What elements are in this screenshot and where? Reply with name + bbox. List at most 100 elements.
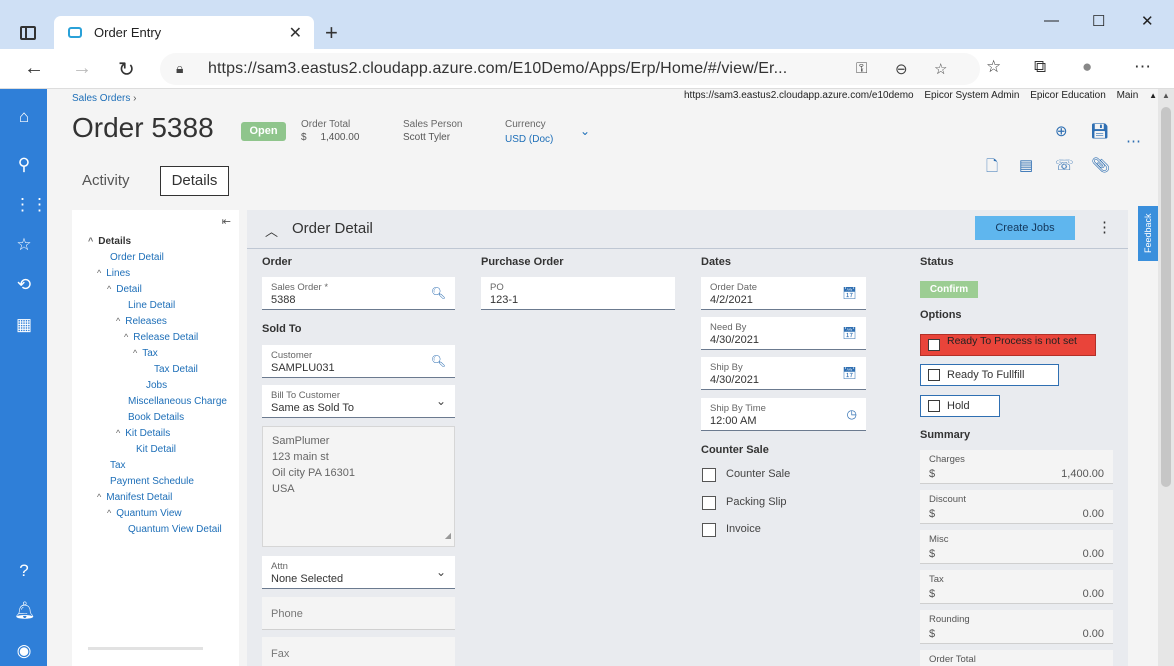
checkbox-box[interactable] <box>702 496 716 510</box>
scrollbar-thumb[interactable] <box>1161 107 1171 487</box>
tree-item-detail[interactable]: ^ Detail <box>107 284 142 295</box>
need-by-field[interactable]: Need By 4/30/2021 📅︎ <box>701 317 866 350</box>
url-text[interactable]: https://sam3.eastus2.cloudapp.azure.com/… <box>208 60 787 78</box>
favorites-star-icon[interactable]: ☆ <box>14 235 34 255</box>
tree-item-release-detail[interactable]: ^ Release Detail <box>124 332 198 343</box>
ship-by-time-field[interactable]: Ship By Time 12:00 AM ◷ <box>701 398 866 431</box>
tree-scrollbar[interactable] <box>88 647 203 650</box>
resize-grip-icon[interactable]: ◢ <box>445 528 451 544</box>
apps-grid-icon[interactable]: ⋮⋮ <box>14 195 48 215</box>
save-icon[interactable]: 💾︎ <box>1090 122 1109 140</box>
hold-toggle[interactable]: Hold <box>920 395 1000 417</box>
tree-item-kit-detail[interactable]: Kit Detail <box>136 444 176 455</box>
new-document-icon[interactable]: 🗋︎ <box>986 156 998 181</box>
bill-to-customer-select[interactable]: Bill To Customer Same as Sold To ⌄ <box>262 385 455 418</box>
tree-item-line-detail[interactable]: Line Detail <box>128 300 175 311</box>
tab-details[interactable]: Details <box>160 166 229 196</box>
dashboard-icon[interactable]: ▦ <box>14 315 34 335</box>
fax-field[interactable]: Fax <box>262 637 455 666</box>
tree-item-tax[interactable]: ^ Tax <box>133 348 158 359</box>
forward-icon[interactable]: → <box>72 57 92 80</box>
collections-icon[interactable]: ⧉ <box>1034 57 1046 77</box>
key-icon[interactable]: ⚿ <box>856 60 867 77</box>
phone-icon[interactable]: ☏ <box>1055 156 1074 174</box>
browser-tab[interactable]: Order Entry ✕ <box>54 16 314 49</box>
clock-icon[interactable]: ◷ <box>847 407 857 421</box>
customer-lookup-icon[interactable]: 🔍︎ <box>431 354 446 368</box>
tree-item-order-detail[interactable]: Order Detail <box>110 252 164 263</box>
checkbox-box[interactable] <box>928 400 940 412</box>
server-link[interactable]: https://sam3.eastus2.cloudapp.azure.com/… <box>684 90 914 101</box>
new-tab-icon[interactable]: + <box>325 20 338 46</box>
maximize-icon[interactable]: ☐ <box>1092 12 1105 30</box>
help-icon[interactable]: ? <box>14 561 34 581</box>
po-field[interactable]: PO 123-1 <box>481 277 675 310</box>
tree-item-header-tax[interactable]: Tax <box>110 460 126 471</box>
calendar-icon[interactable]: 📅︎ <box>842 366 857 380</box>
tree-item-book-details[interactable]: Book Details <box>128 412 184 423</box>
ready-to-process-toggle[interactable]: Ready To Process is not set <box>920 334 1096 356</box>
search-icon[interactable]: ⚲ <box>14 155 34 175</box>
phone-field[interactable]: Phone <box>262 597 455 630</box>
tree-item-misc-charge[interactable]: Miscellaneous Charge <box>128 396 227 407</box>
attachment-icon[interactable]: 📎︎ <box>1091 156 1110 174</box>
tree-item-tax-detail[interactable]: Tax Detail <box>154 364 198 375</box>
create-jobs-button[interactable]: Create Jobs <box>975 216 1075 240</box>
tree-item-kit-details[interactable]: ^ Kit Details <box>116 428 170 439</box>
lookup-icon[interactable]: 🔍︎ <box>431 286 446 300</box>
add-icon[interactable]: ⊕ <box>1055 122 1068 140</box>
favorites-icon[interactable]: ☆ <box>986 57 1001 77</box>
sidebar-toggle-icon[interactable] <box>20 26 36 40</box>
tree-item-quantum-view[interactable]: ^ Quantum View <box>107 508 182 519</box>
close-tab-icon[interactable]: ✕ <box>289 23 302 43</box>
back-icon[interactable]: ← <box>24 57 44 80</box>
minimize-icon[interactable]: — <box>1044 12 1059 29</box>
tree-item-releases[interactable]: ^ Releases <box>116 316 167 327</box>
add-favorite-icon[interactable]: ☆ <box>934 60 947 78</box>
ready-to-fulfill-toggle[interactable]: Ready To Fullfill <box>920 364 1059 386</box>
card-icon[interactable]: ▤ <box>1019 156 1033 174</box>
page-scrollbar[interactable]: ▲ <box>1158 89 1174 666</box>
attn-select[interactable]: Attn None Selected ⌄ <box>262 556 455 589</box>
chevron-down-icon[interactable]: ⌄ <box>436 565 446 579</box>
sales-order-field[interactable]: Sales Order * 5388 🔍︎ <box>262 277 455 310</box>
tree-item-manifest-detail[interactable]: ^ Manifest Detail <box>97 492 172 503</box>
address-textarea[interactable]: SamPlumer 123 main st Oil city PA 16301 … <box>262 426 455 547</box>
panel-menu-icon[interactable]: ⋮ <box>1097 218 1112 236</box>
close-window-icon[interactable]: ✕ <box>1141 12 1154 30</box>
site-link[interactable]: Main <box>1117 90 1139 101</box>
calendar-icon[interactable]: 📅︎ <box>842 286 857 300</box>
tree-item-payment-schedule[interactable]: Payment Schedule <box>110 476 194 487</box>
notifications-icon[interactable]: 🔔︎ <box>14 601 36 621</box>
address-bar[interactable]: 🔒︎ https://sam3.eastus2.cloudapp.azure.c… <box>160 53 980 85</box>
zoom-icon[interactable]: ⊖ <box>895 60 908 78</box>
tab-activity[interactable]: Activity <box>82 172 130 189</box>
user-account-icon[interactable]: ◉ <box>14 641 34 661</box>
collapse-panel-icon[interactable]: ⇤ <box>222 215 231 228</box>
checkbox-box[interactable] <box>702 468 716 482</box>
user-link[interactable]: Epicor System Admin <box>924 90 1019 101</box>
checkbox-box[interactable] <box>928 339 940 351</box>
site-caret-icon[interactable]: ▲ <box>1149 91 1157 100</box>
tree-item-quantum-view-detail[interactable]: Quantum View Detail <box>128 524 222 535</box>
checkbox-box[interactable] <box>702 523 716 537</box>
order-date-field[interactable]: Order Date 4/2/2021 📅︎ <box>701 277 866 310</box>
home-icon[interactable]: ⌂ <box>14 107 34 127</box>
ship-by-field[interactable]: Ship By 4/30/2021 📅︎ <box>701 357 866 390</box>
currency-selector[interactable]: Currency USD (Doc) <box>505 118 553 146</box>
history-icon[interactable]: ⟲ <box>14 275 34 295</box>
chevron-down-icon[interactable]: ⌄ <box>580 124 590 138</box>
tree-item-details[interactable]: ^ Details <box>88 236 131 247</box>
tree-item-jobs[interactable]: Jobs <box>146 380 167 391</box>
profile-icon[interactable]: ● <box>1082 57 1092 77</box>
breadcrumb[interactable]: Sales Orders › <box>72 93 136 104</box>
company-link[interactable]: Epicor Education <box>1030 90 1106 101</box>
confirm-badge[interactable]: Confirm <box>920 281 978 298</box>
chevron-down-icon[interactable]: ⌄ <box>436 394 446 408</box>
tree-item-lines[interactable]: ^ Lines <box>97 268 130 279</box>
more-icon[interactable]: ⋯ <box>1134 57 1151 77</box>
collapse-section-icon[interactable]: ︿ <box>265 221 278 240</box>
checkbox-box[interactable] <box>928 369 940 381</box>
feedback-tab[interactable]: Feedback <box>1138 206 1158 261</box>
overflow-icon[interactable]: ⋯ <box>1126 132 1141 150</box>
